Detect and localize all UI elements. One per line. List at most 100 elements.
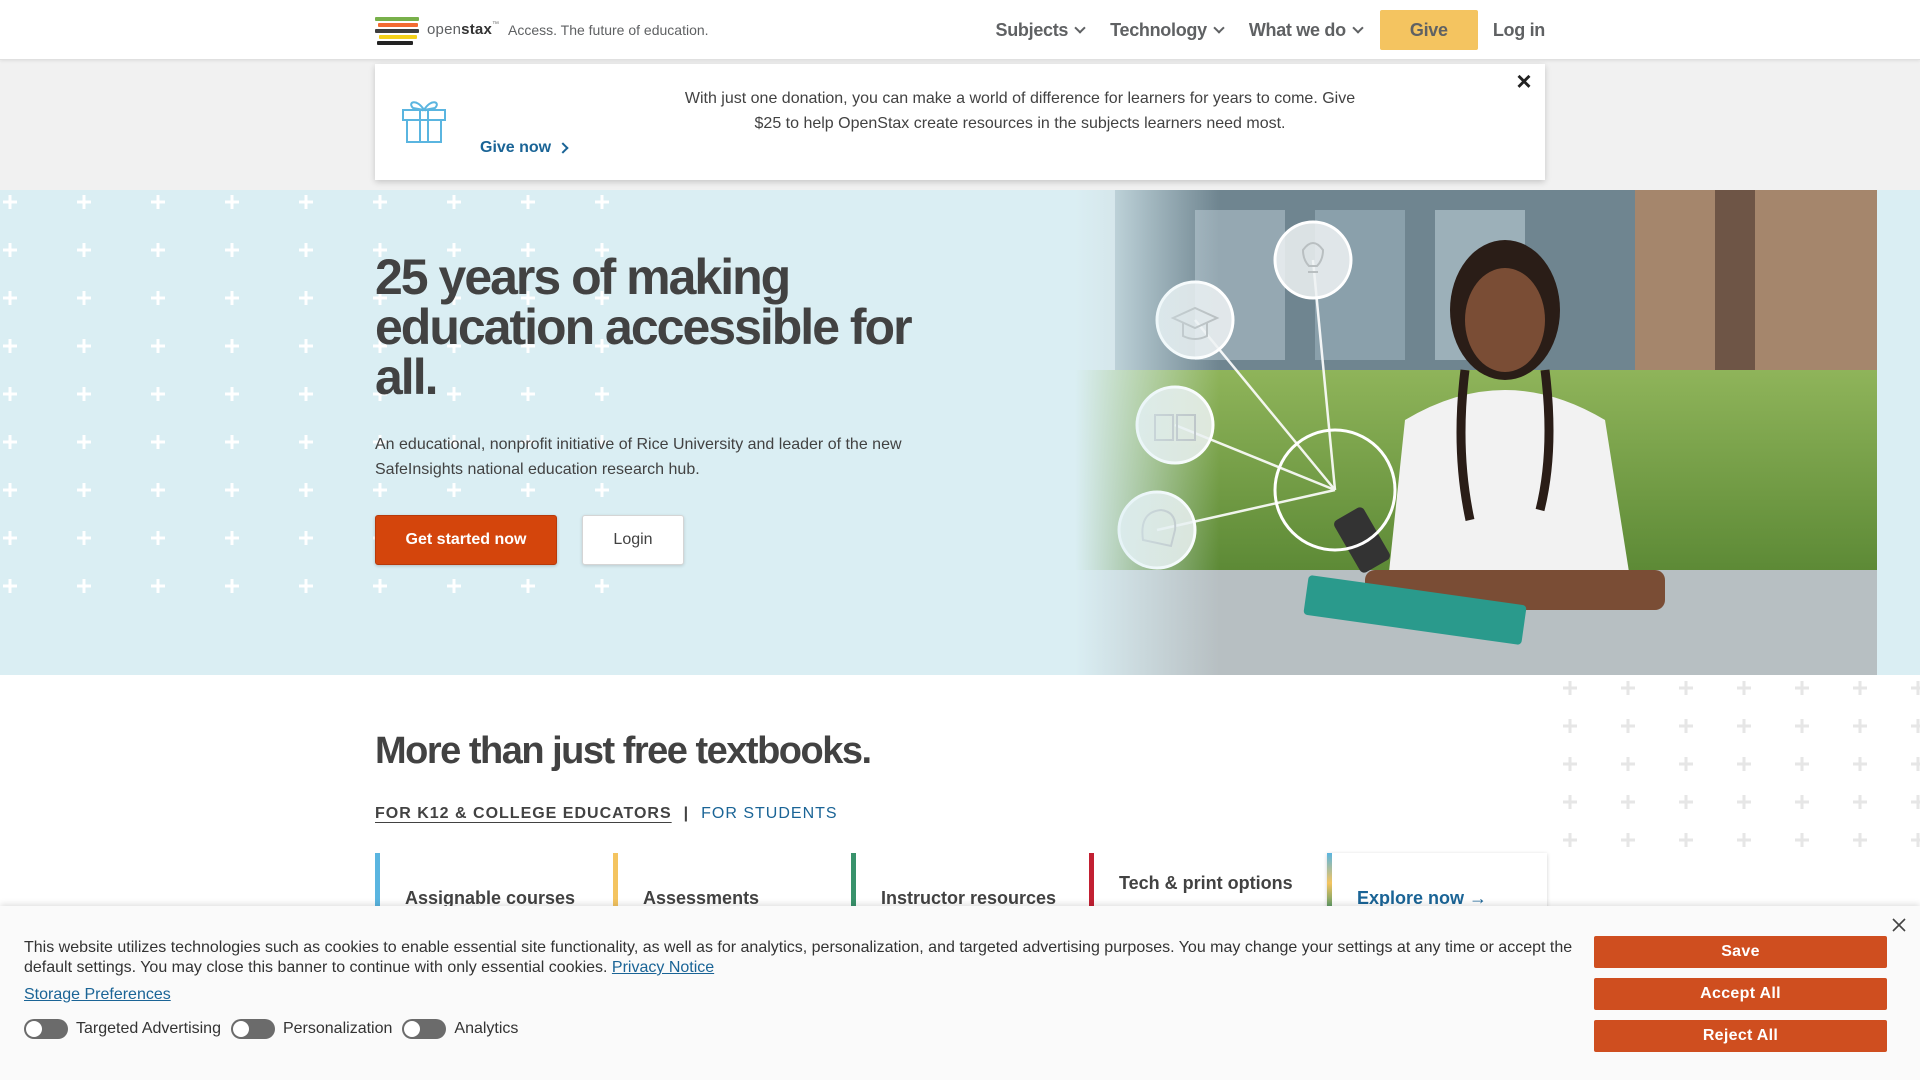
cookie-reject-all-button[interactable]: Reject All bbox=[1594, 1020, 1887, 1052]
plus-mark bbox=[3, 483, 17, 497]
plus-mark bbox=[151, 339, 165, 353]
plus-mark bbox=[1737, 757, 1751, 771]
cookie-toggles: Targeted Advertising Personalization Ana… bbox=[24, 1019, 528, 1039]
plus-mark bbox=[1795, 833, 1809, 847]
plus-mark bbox=[3, 579, 17, 593]
plus-mark bbox=[1737, 833, 1751, 847]
plus-mark bbox=[225, 195, 239, 209]
plus-mark bbox=[3, 291, 17, 305]
plus-mark bbox=[1563, 757, 1577, 771]
tab-students[interactable]: FOR STUDENTS bbox=[701, 805, 837, 823]
plus-mark bbox=[1795, 757, 1809, 771]
plus-mark bbox=[77, 579, 91, 593]
plus-mark bbox=[1911, 795, 1920, 809]
plus-mark bbox=[77, 339, 91, 353]
site-header: openstax™ Access. The future of educatio… bbox=[0, 0, 1920, 60]
plus-mark bbox=[595, 195, 609, 209]
chevron-down-icon bbox=[1213, 21, 1225, 34]
plus-mark bbox=[299, 531, 313, 545]
plus-mark bbox=[77, 387, 91, 401]
plus-mark bbox=[77, 483, 91, 497]
plus-mark bbox=[1563, 681, 1577, 695]
plus-mark bbox=[77, 195, 91, 209]
targeted-advertising-toggle[interactable] bbox=[24, 1019, 68, 1039]
plus-mark bbox=[595, 483, 609, 497]
close-icon[interactable] bbox=[1890, 916, 1908, 934]
plus-mark bbox=[1853, 795, 1867, 809]
card-label: Tech & print options bbox=[1119, 873, 1293, 893]
plus-mark bbox=[521, 579, 535, 593]
nav-technology[interactable]: Technology bbox=[1110, 20, 1225, 41]
close-icon[interactable]: × bbox=[1513, 68, 1535, 94]
give-now-link[interactable]: Give now bbox=[480, 139, 569, 157]
plus-mark bbox=[77, 243, 91, 257]
plus-mark bbox=[1795, 681, 1809, 695]
nav-subjects[interactable]: Subjects bbox=[996, 20, 1086, 41]
plus-mark bbox=[447, 195, 461, 209]
plus-mark bbox=[447, 579, 461, 593]
plus-mark bbox=[225, 291, 239, 305]
toggle-label: Personalization bbox=[282, 1020, 393, 1037]
cookie-accept-all-button[interactable]: Accept All bbox=[1594, 978, 1887, 1010]
plus-mark bbox=[1563, 719, 1577, 733]
openstax-logo-icon bbox=[375, 15, 421, 45]
plus-mark bbox=[3, 243, 17, 257]
plus-mark bbox=[373, 195, 387, 209]
nav-what-we-do[interactable]: What we do bbox=[1249, 20, 1364, 41]
plus-mark bbox=[521, 195, 535, 209]
plus-mark bbox=[1737, 681, 1751, 695]
login-link[interactable]: Log in bbox=[1493, 20, 1545, 41]
hero-section: 25 years of making education accessible … bbox=[0, 190, 1920, 675]
chevron-down-icon bbox=[1352, 21, 1364, 34]
plus-mark bbox=[225, 243, 239, 257]
storage-preferences-link[interactable]: Storage Preferences bbox=[24, 986, 171, 1004]
plus-mark bbox=[225, 531, 239, 545]
plus-mark bbox=[299, 243, 313, 257]
plus-mark bbox=[151, 243, 165, 257]
plus-mark bbox=[151, 483, 165, 497]
hero-title: 25 years of making education accessible … bbox=[375, 249, 913, 405]
plus-mark bbox=[1853, 719, 1867, 733]
plus-mark bbox=[1795, 719, 1809, 733]
audience-tabs: FOR K12 & COLLEGE EDUCATORS | FOR STUDEN… bbox=[375, 805, 838, 823]
plus-mark bbox=[299, 483, 313, 497]
gift-icon bbox=[402, 101, 446, 143]
plus-mark bbox=[225, 387, 239, 401]
plus-mark bbox=[1795, 795, 1809, 809]
plus-mark bbox=[1679, 795, 1693, 809]
plus-mark bbox=[1911, 681, 1920, 695]
plus-mark bbox=[151, 531, 165, 545]
plus-mark bbox=[1679, 719, 1693, 733]
analytics-toggle[interactable] bbox=[402, 1019, 447, 1039]
plus-mark bbox=[3, 531, 17, 545]
openstax-logo[interactable]: openstax™ bbox=[375, 15, 499, 45]
get-started-button[interactable]: Get started now bbox=[375, 515, 557, 565]
plus-mark bbox=[1679, 757, 1693, 771]
plus-mark bbox=[3, 339, 17, 353]
hero-login-button[interactable]: Login bbox=[582, 515, 684, 565]
plus-mark bbox=[225, 339, 239, 353]
plus-mark bbox=[1911, 833, 1920, 847]
plus-mark bbox=[1679, 833, 1693, 847]
header-tagline: Access. The future of education. bbox=[508, 22, 709, 38]
plus-mark bbox=[151, 387, 165, 401]
give-button[interactable]: Give bbox=[1379, 10, 1478, 50]
plus-mark bbox=[447, 483, 461, 497]
plus-mark bbox=[299, 195, 313, 209]
donation-banner: With just one donation, you can make a w… bbox=[375, 64, 1545, 180]
tab-separator: | bbox=[683, 805, 690, 822]
plus-mark bbox=[1853, 681, 1867, 695]
personalization-toggle[interactable] bbox=[230, 1019, 275, 1039]
tab-educators[interactable]: FOR K12 & COLLEGE EDUCATORS bbox=[375, 805, 672, 823]
privacy-notice-link[interactable]: Privacy Notice bbox=[612, 959, 714, 976]
plus-mark bbox=[1621, 681, 1635, 695]
plus-mark bbox=[595, 579, 609, 593]
cookie-banner: This website utilizes technologies such … bbox=[0, 906, 1920, 1080]
plus-mark bbox=[1621, 757, 1635, 771]
plus-mark bbox=[299, 435, 313, 449]
toggle-label: Targeted Advertising bbox=[76, 1020, 221, 1037]
toggle-label: Analytics bbox=[454, 1020, 519, 1037]
plus-mark bbox=[1621, 795, 1635, 809]
cookie-save-button[interactable]: Save bbox=[1594, 936, 1887, 968]
plus-mark bbox=[3, 195, 17, 209]
